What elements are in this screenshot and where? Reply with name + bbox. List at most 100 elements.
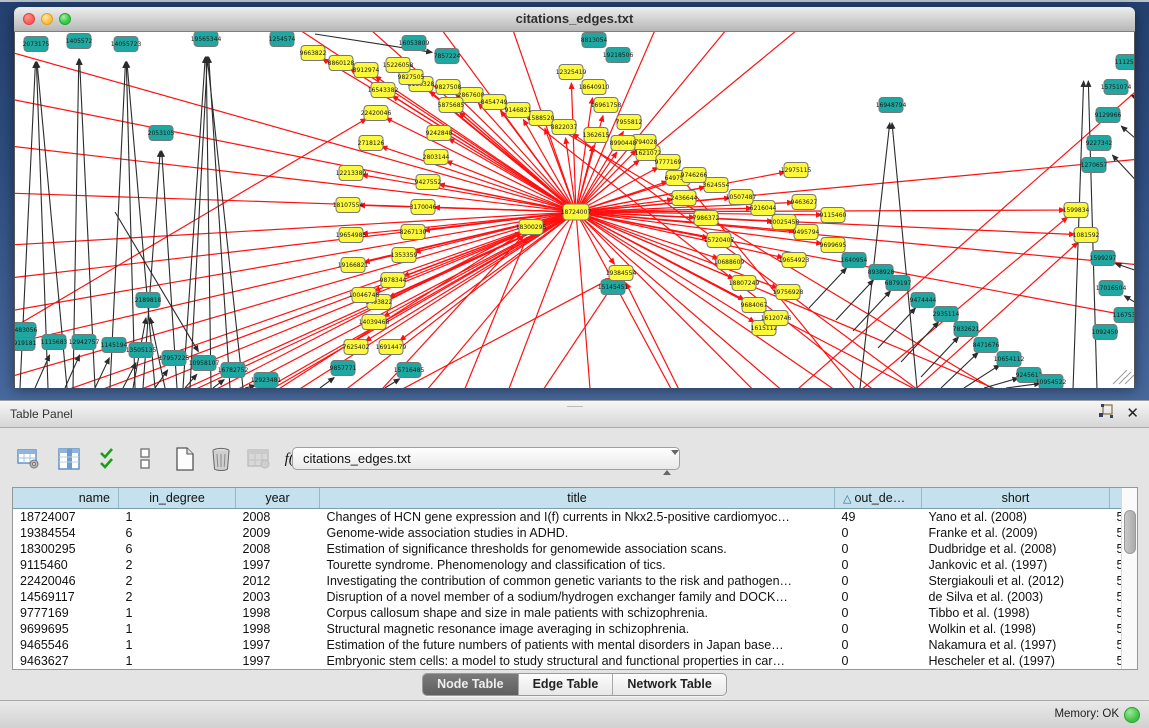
table-row[interactable]: 977716911998Corpus callosum shape and si… [13, 605, 1138, 621]
graph-node-label: 1115683 [41, 339, 68, 346]
graph-node-label: 9227342 [1086, 140, 1113, 147]
node-table: namein_degreeyeartitle△out_de…shortpager… [12, 487, 1138, 670]
table-cell: de Silva et al. (2003) [922, 589, 1110, 605]
network-view-window: citations_edges.txt 10815921092450111254… [14, 7, 1135, 387]
desktop-background: citations_edges.txt 10815921092450111254… [0, 0, 1149, 402]
graph-node-label: 8471676 [973, 342, 1000, 349]
show-columns-icon[interactable] [56, 445, 82, 473]
graph-node-label: 6879197 [885, 280, 912, 287]
table-cell: 9115460 [13, 557, 119, 573]
column-header-short[interactable]: short [922, 488, 1110, 509]
graph-node-label: 9129966 [1095, 112, 1122, 119]
graph-node-label: 18107554 [333, 202, 364, 209]
graph-edge [95, 358, 109, 388]
canvas-resize-grip[interactable] [1113, 370, 1127, 384]
graph-node-label: 2189818 [135, 297, 162, 304]
table-row[interactable]: 946554611997Estimation of the future num… [13, 637, 1138, 653]
graph-node-label: 2053105 [148, 130, 175, 137]
tab-network-table[interactable]: Network Table [613, 674, 726, 695]
float-panel-icon[interactable] [1098, 404, 1114, 424]
table-cell: 1 [119, 653, 236, 669]
column-header-year[interactable]: year [236, 488, 320, 509]
graph-node-label: 8822037 [551, 124, 578, 131]
graph-edge [245, 386, 255, 388]
graph-node-label: 1092450 [1092, 329, 1119, 336]
graph-node-label: 1353359 [391, 252, 418, 259]
graph-node-label: 19166821 [338, 262, 369, 269]
table-cell: 18300295 [13, 541, 119, 557]
table-cell: 1 [119, 509, 236, 526]
scrollbar-thumb[interactable] [1124, 510, 1136, 554]
table-cell: Embryonic stem cells: a model to study s… [320, 653, 835, 669]
graph-edge [527, 117, 965, 388]
table-cell: 1 [119, 621, 236, 637]
graph-node-label: 18724007 [561, 209, 592, 216]
graph-node-label: 10046748 [349, 292, 380, 299]
canvas-resize-grip[interactable] [1119, 372, 1131, 384]
graph-edge [206, 57, 211, 388]
table-cell: 2009 [236, 525, 320, 541]
graph-node-label: 8267130 [400, 229, 427, 236]
table-cell: 1998 [236, 621, 320, 637]
graph-edge [15, 212, 576, 388]
table-tabbar: Node Table Edge Table Network Table [0, 672, 1149, 700]
graph-node-label: 18640910 [579, 84, 610, 91]
network-canvas[interactable]: 1081592109245011125431115683114519411675… [14, 32, 1135, 388]
graph-node-label: 18807249 [729, 280, 760, 287]
graph-node-label: 16120746 [761, 315, 792, 322]
window-titlebar[interactable]: citations_edges.txt [14, 7, 1135, 32]
table-cell: Hescheler et al. (1997) [922, 653, 1110, 669]
graph-node-label: 16543382 [368, 87, 399, 94]
table-cell: 14569117 [13, 589, 119, 605]
graph-edge [1112, 155, 1135, 214]
graph-node-label: 2718126 [358, 140, 385, 147]
table-row[interactable]: 946362711997Embryonic stem cells: a mode… [13, 653, 1138, 669]
graph-edge [1115, 264, 1135, 282]
graph-edge [15, 212, 576, 388]
table-row[interactable]: 1938455462009Genome-wide association stu… [13, 525, 1138, 541]
memory-status-indicator[interactable] [1124, 707, 1140, 723]
graph-node-label: 2803144 [423, 154, 450, 161]
table-row[interactable]: 1872400712008Changes of HCN gene express… [13, 509, 1138, 526]
tab-node-table[interactable]: Node Table [423, 674, 518, 695]
table-row[interactable]: 1830029562008Estimation of significance … [13, 541, 1138, 557]
graph-node-label: 8919181 [15, 340, 37, 347]
split-pane-grip[interactable] [567, 401, 583, 407]
graph-node-label: 9463627 [791, 199, 818, 206]
graph-node-label: 9242848 [426, 130, 453, 137]
citation-network-graph[interactable]: 1081592109245011125431115683114519411675… [15, 32, 1135, 388]
table-row[interactable]: 911546021997Tourette syndrome. Phenomeno… [13, 557, 1138, 573]
table-row[interactable]: 969969511998Structural magnetic resonanc… [13, 621, 1138, 637]
table-vertical-scrollbar[interactable] [1121, 488, 1137, 669]
graph-node-label: 9495794 [793, 229, 820, 236]
close-panel-icon[interactable]: ✕ [1126, 404, 1139, 424]
select-all-checks-icon[interactable] [96, 445, 122, 473]
table-row[interactable]: 2242004622012Investigating the contribut… [13, 573, 1138, 589]
column-header-name[interactable]: name [13, 488, 119, 509]
graph-node-label: 7625402 [343, 344, 370, 351]
graph-edge [207, 57, 243, 388]
table-cell: 2 [119, 557, 236, 573]
graph-node-label: 9474444 [910, 297, 937, 304]
graph-edge [495, 282, 615, 388]
table-cell: 6 [119, 541, 236, 557]
selection-mode-icon[interactable] [132, 445, 158, 473]
column-header-title[interactable]: title [320, 488, 835, 509]
graph-node-label: 10954522 [1036, 379, 1067, 386]
table-cell: 6 [119, 525, 236, 541]
tab-edge-table[interactable]: Edge Table [519, 674, 614, 695]
column-header-in_degree[interactable]: in_degree [119, 488, 236, 509]
graph-node-label: 18300295 [516, 224, 547, 231]
graph-node-label: 15145451 [598, 284, 629, 291]
table-mode-icon[interactable] [16, 445, 42, 473]
column-header-out_de[interactable]: △out_de… [835, 488, 922, 509]
graph-node-label: 6216044 [750, 205, 777, 212]
graph-node-label: 1599297 [1090, 255, 1117, 262]
graph-edge [15, 212, 576, 388]
table-cell: 0 [835, 525, 922, 541]
graph-node-label: 1145194 [101, 342, 128, 349]
new-column-icon[interactable] [172, 445, 198, 473]
delete-columns-icon[interactable] [208, 445, 234, 473]
table-row[interactable]: 1456911722003Disruption of a novel membe… [13, 589, 1138, 605]
table-select-dropdown[interactable]: citations_edges.txt [292, 447, 680, 470]
